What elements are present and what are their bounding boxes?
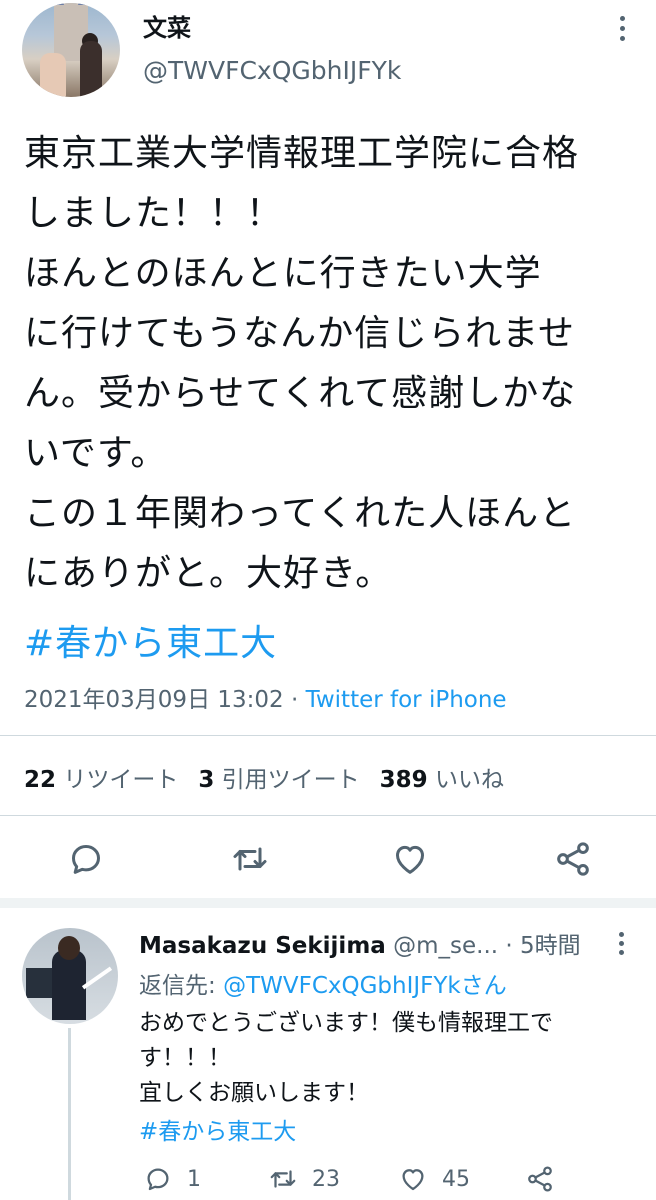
reply-retweet-button[interactable]: 23 [268,1162,340,1196]
section-divider [0,898,656,908]
avatar-photo-baton [81,966,113,990]
thread-line [68,1028,71,1200]
tweet-text-line: いです。 [24,433,168,474]
avatar-photo-person [40,53,66,97]
tweet-text-line: ん。受からせてくれて感謝しかな [24,373,577,414]
more-dot [620,16,625,21]
reply-replies-count: 1 [187,1166,201,1192]
reply-more-options-icon[interactable] [615,930,629,956]
reply-reply-button[interactable]: 1 [143,1162,201,1196]
tweet-timestamp[interactable]: 2021年03月09日 13:02 [24,687,284,713]
divider [0,735,656,736]
more-options-icon[interactable] [613,14,633,44]
retweets-label: リツイート [63,767,179,793]
author-avatar[interactable] [22,3,120,97]
reply-share-button[interactable] [525,1162,555,1196]
retweet-icon[interactable] [230,839,270,879]
likes-label: いいね [434,767,504,793]
reply-author-avatar[interactable] [22,928,118,1024]
more-dot [619,950,624,955]
tweet-meta: 2021年03月09日 13:02 · Twitter for iPhone [24,680,507,714]
quotes-label: 引用ツイート [221,767,360,793]
avatar-photo-sign [26,968,52,998]
tweet-text-line: ほんとのほんとに行きたい大学 [24,253,542,294]
author-handle[interactable]: @TWVFCxQGbhIJFYk [143,56,401,85]
likes-count: 389 [379,767,428,793]
more-dot [620,36,625,41]
share-icon [528,1166,552,1192]
more-dot [620,26,625,31]
reply-author-name[interactable]: Masakazu Sekijima [139,933,386,959]
more-dot [619,941,624,946]
tweet-stats: 22 リツイート 3 引用ツイート 389 いいね [24,760,504,794]
tweet-text-line: しました！！！ [24,193,284,234]
reply-like-button[interactable]: 45 [398,1162,470,1196]
tweet-text-line: 東京工業大学情報理工学院に合格 [24,133,580,174]
meta-separator: · [283,687,306,713]
avatar-photo-tower [52,3,64,5]
replying-to: 返信先: @TWVFCxQGbhIJFYkさん [139,966,507,1000]
like-icon[interactable] [390,839,430,879]
avatar-photo-person [52,950,86,1020]
retweets-stat[interactable]: 22 リツイート [24,767,178,793]
tweet-source-link[interactable]: Twitter for iPhone [306,687,507,713]
reply-likes-count: 45 [442,1166,470,1192]
like-icon [402,1169,424,1191]
reply-icon [147,1168,169,1191]
share-icon[interactable] [553,839,593,879]
divider [0,815,656,816]
reply-header: Masakazu Sekijima @m_se... · 5時間 [139,926,581,960]
reply-timestamp[interactable]: · 5時間 [498,933,580,959]
author-display-name[interactable]: 文菜 [143,8,191,43]
retweets-count: 22 [24,767,57,793]
reply-text: おめでとうございます！僕も情報理工で す！！！ 宜しくお願いします！ [139,1006,639,1111]
replying-to-mention[interactable]: @TWVFCxQGbhIJFYkさん [223,973,507,999]
reply-text-line: おめでとうございます！僕も情報理工で [139,1010,553,1036]
quotes-stat[interactable]: 3 引用ツイート [198,767,359,793]
tweet-text-line: この１年関わってくれた人ほんと [24,493,577,534]
avatar-photo-tower [78,3,90,5]
reply-icon[interactable] [66,839,106,879]
tweet-text-line: に行けてもうなんか信じられませ [24,313,576,354]
reply-author-handle[interactable]: @m_se... [393,933,498,959]
avatar-photo-person [80,41,102,97]
more-dot [619,932,624,937]
reply-text-line: す！！！ [139,1045,231,1071]
replying-to-label: 返信先: [139,973,224,999]
tweet-text-line: にありがと。大好き。 [24,553,393,594]
reply-retweets-count: 23 [312,1166,340,1192]
quotes-count: 3 [198,767,215,793]
reply-hashtag-link[interactable]: #春から東工大 [139,1112,296,1146]
hashtag-link[interactable]: #春から東工大 [24,614,277,666]
avatar-photo-head [58,936,80,960]
tweet-text: 東京工業大学情報理工学院に合格 しました！！！ ほんとのほんとに行きたい大学 に… [24,124,634,604]
reply-text-line: 宜しくお願いします！ [139,1080,369,1106]
likes-stat[interactable]: 389 いいね [380,767,504,793]
retweet-icon [270,1170,296,1188]
